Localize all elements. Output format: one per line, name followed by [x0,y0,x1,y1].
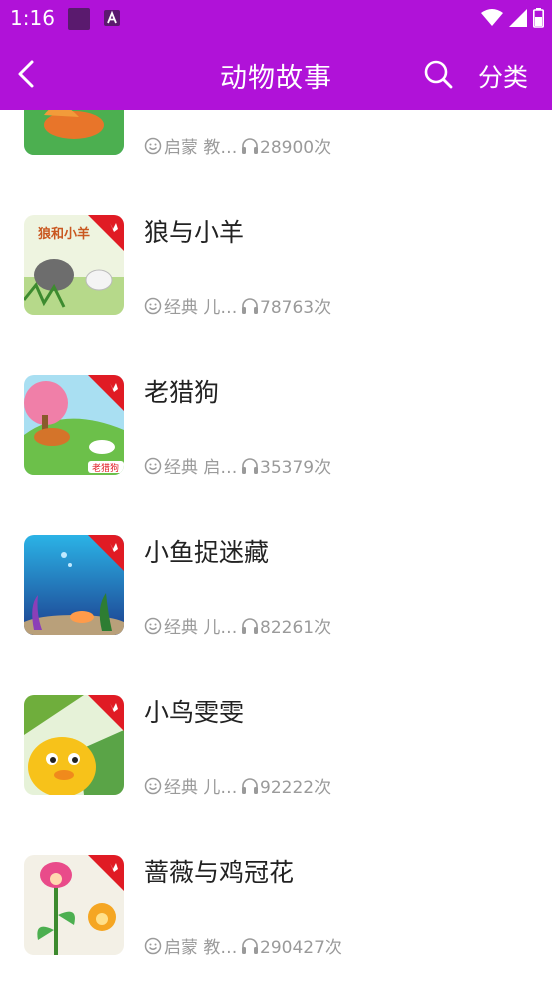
story-cover-fox [24,110,124,155]
category-button[interactable]: 分类 [478,58,528,94]
cover-text: 老猎狗 [92,462,119,474]
play-count: 78763次 [260,298,332,318]
list-item[interactable]: 狼和小羊 狼与小羊 经典 儿… 78763次 [0,193,552,353]
story-meta: 经典 儿… 82261次 [144,613,331,638]
story-meta: 启蒙 教… 28900次 [144,133,331,158]
back-button[interactable] [10,56,46,92]
smile-icon [144,137,162,154]
page-title: 动物故事 [220,63,332,94]
play-count: 290427次 [260,938,342,958]
headphones-icon [242,937,258,954]
list-item[interactable]: 启蒙 教… 28900次 [0,110,552,193]
play-count: 82261次 [260,618,332,638]
story-tags: 启蒙 教… [164,138,238,158]
headphones-icon [242,777,258,794]
story-cover-sea [24,535,124,635]
status-time: 1:16 [10,6,55,30]
story-cover-dog: 老猎狗 [24,375,124,475]
story-meta: 经典 启… 35379次 [144,453,331,478]
play-count: 28900次 [260,138,332,158]
story-meta: 经典 儿… 78763次 [144,293,331,318]
story-list[interactable]: 启蒙 教… 28900次 狼和小羊 狼与小羊 经典 儿… 78763次 老猎狗 … [0,110,552,983]
app-bar: 动物故事 分类 [0,38,552,110]
headphones-icon [242,617,258,634]
story-cover-bird [24,695,124,795]
notification-icon [68,8,90,30]
story-tags: 经典 儿… [164,778,238,798]
battery-icon [533,8,544,32]
story-cover-flower [24,855,124,955]
app-notification-icon [104,10,120,26]
status-bar: 1:16 [0,0,552,38]
headphones-icon [242,297,258,314]
play-count: 92222次 [260,778,332,798]
story-title: 老猎狗 [144,378,220,407]
story-tags: 启蒙 教… [164,938,238,958]
list-item[interactable]: 小鸟雯雯 经典 儿… 92222次 [0,673,552,833]
search-button[interactable] [420,56,456,92]
play-count: 35379次 [260,458,332,478]
smile-icon [144,777,162,794]
headphones-icon [242,457,258,474]
story-title: 蔷薇与鸡冠花 [144,858,295,887]
cover-text: 狼和小羊 [37,226,90,242]
signal-icon [509,9,527,31]
story-tags: 经典 启… [164,458,238,478]
smile-icon [144,617,162,634]
back-arrow-icon [18,60,34,88]
smile-icon [144,457,162,474]
list-item[interactable]: 老猎狗 老猎狗 经典 启… 35379次 [0,353,552,513]
list-item[interactable]: 小鱼捉迷藏 经典 儿… 82261次 [0,513,552,673]
story-title: 小鱼捉迷藏 [144,538,270,567]
wifi-icon [481,9,503,31]
headphones-icon [242,137,258,154]
story-cover-wolf: 狼和小羊 [24,215,124,315]
smile-icon [144,937,162,954]
list-item[interactable]: 蔷薇与鸡冠花 启蒙 教… 290427次 [0,833,552,983]
story-tags: 经典 儿… [164,618,238,638]
story-tags: 经典 儿… [164,298,238,318]
smile-icon [144,297,162,314]
story-meta: 经典 儿… 92222次 [144,773,331,798]
story-meta: 启蒙 教… 290427次 [144,933,342,958]
search-icon [424,60,453,89]
story-title: 小鸟雯雯 [144,698,245,727]
story-title: 狼与小羊 [144,218,245,247]
